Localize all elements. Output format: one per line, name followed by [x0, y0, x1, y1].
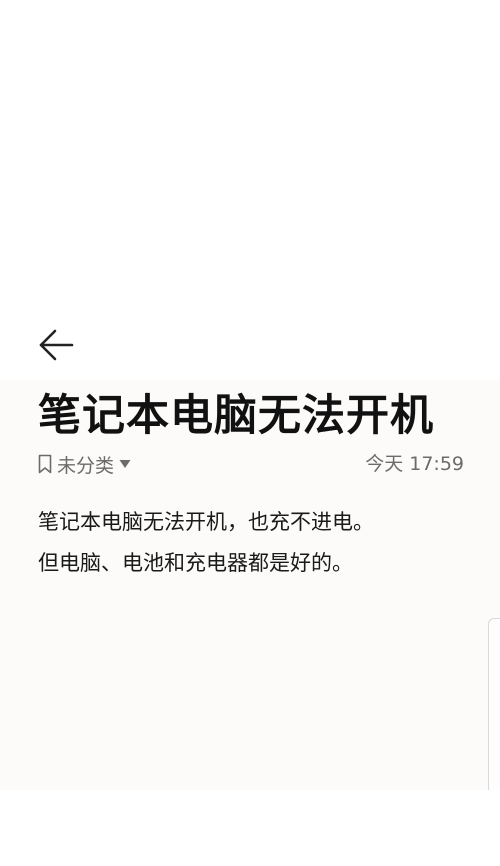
- body-line: 但电脑、电池和充电器都是好的。: [38, 551, 353, 575]
- empty-header-area: [0, 0, 500, 380]
- side-drawer-handle[interactable]: [488, 618, 500, 796]
- bookmark-icon: [38, 454, 52, 474]
- body-line: 笔记本电脑无法开机，也充不进电。: [38, 510, 374, 534]
- category-selector[interactable]: 未分类: [38, 450, 131, 478]
- category-label: 未分类: [57, 454, 115, 477]
- bottom-bar: [0, 790, 500, 866]
- note-body[interactable]: 笔记本电脑无法开机，也充不进电。 但电脑、电池和充电器都是好的。: [38, 502, 478, 584]
- arrow-left-icon: [36, 324, 78, 366]
- caret-down-icon: [119, 459, 131, 469]
- note-timestamp: 今天 17:59: [365, 453, 464, 475]
- note-title[interactable]: 笔记本电脑无法开机: [38, 386, 478, 446]
- note-meta: 未分类 今天 17:59: [38, 450, 464, 478]
- back-button[interactable]: [36, 324, 78, 366]
